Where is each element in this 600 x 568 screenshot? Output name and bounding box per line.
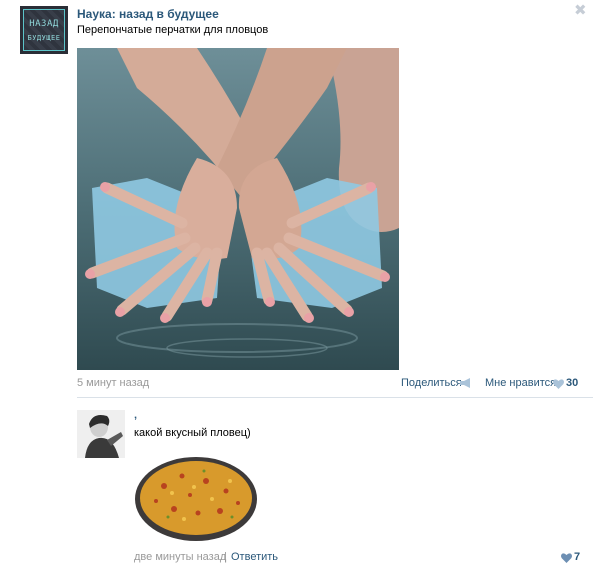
post-photo[interactable] xyxy=(77,48,399,370)
commenter-photo xyxy=(77,410,125,458)
wall-post: НАЗАД БУДУЩЕЕ Наука: назад в будущее Пер… xyxy=(0,0,600,568)
community-avatar[interactable]: НАЗАД БУДУЩЕЕ xyxy=(20,6,68,54)
avatar-logo-frame xyxy=(23,9,65,51)
commenter-avatar[interactable] xyxy=(77,410,125,458)
reply-button[interactable]: Ответить xyxy=(231,551,278,563)
avatar-logo-line2: БУДУЩЕЕ xyxy=(27,34,61,42)
comment-photo[interactable] xyxy=(134,451,258,544)
comment-author-link[interactable]: ‚ xyxy=(134,409,137,421)
close-icon[interactable]: ✖ xyxy=(574,3,587,18)
share-button[interactable]: Поделиться xyxy=(401,377,462,389)
post-timestamp[interactable]: 5 минут назад xyxy=(77,377,149,389)
comment-like-count: 7 xyxy=(574,551,581,563)
like-count: 30 xyxy=(566,377,579,389)
post-text: Перепончатые перчатки для пловцов xyxy=(77,24,269,36)
heart-icon[interactable] xyxy=(553,379,564,389)
comment-timestamp[interactable]: две минуты назад xyxy=(134,551,226,563)
avatar-logo-line1: НАЗАД xyxy=(29,19,59,29)
like-button[interactable]: Мне нравится xyxy=(485,377,556,389)
community-name-link[interactable]: Наука: назад в будущее xyxy=(77,7,219,21)
megaphone-icon[interactable] xyxy=(460,378,472,388)
comment-text: какой вкусный пловец) xyxy=(134,427,251,439)
photo-paella-dish xyxy=(134,451,258,544)
comment-heart-icon[interactable] xyxy=(561,553,572,563)
comments-divider xyxy=(77,397,593,398)
comment-meta-separator: | xyxy=(224,551,227,563)
photo-webbed-gloves xyxy=(77,48,399,370)
